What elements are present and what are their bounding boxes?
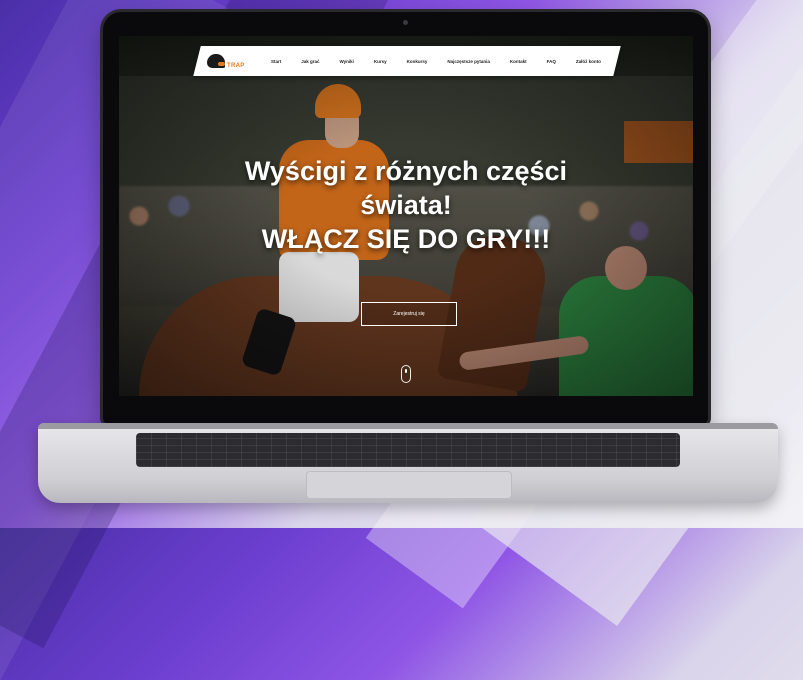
hero-line-2: świata!	[360, 190, 452, 220]
nav-link-odds[interactable]: Kursy	[374, 59, 387, 64]
trackpad	[306, 471, 512, 499]
navbar: TRAP Start Jak grać Wyniki Kursy Konkurs…	[197, 46, 617, 76]
nav-link-results[interactable]: Wyniki	[339, 59, 353, 64]
hero-line-3: WŁĄCZ SIĘ DO GRY!!!	[261, 224, 551, 254]
nav-links: Start Jak grać Wyniki Kursy Konkursy Naj…	[261, 59, 617, 64]
laptop-screen: TRAP Start Jak grać Wyniki Kursy Konkurs…	[119, 36, 693, 396]
base-hinge	[38, 423, 778, 429]
register-button[interactable]: Zarejestruj się	[361, 302, 457, 326]
nav-link-contact[interactable]: Kontakt	[510, 59, 527, 64]
logo-text: TRAP	[227, 63, 245, 69]
hero-line-1: Wyścigi z różnych części	[244, 156, 568, 186]
webcam	[403, 20, 408, 25]
scroll-down-icon[interactable]	[401, 365, 411, 383]
site-logo[interactable]: TRAP	[207, 53, 261, 69]
laptop-lid: TRAP Start Jak grać Wyniki Kursy Konkurs…	[103, 12, 708, 424]
nav-link-questions[interactable]: Najczęstsze pytania	[447, 59, 490, 64]
nav-link-start[interactable]: Start	[271, 59, 281, 64]
nav-link-contests[interactable]: Konkursy	[407, 59, 428, 64]
hero-headline: Wyścigi z różnych części świata! WŁĄCZ S…	[119, 154, 693, 256]
jockey-helmet-icon	[207, 54, 225, 68]
nav-link-faq[interactable]: FAQ	[547, 59, 556, 64]
nav-link-register[interactable]: Załóż konto	[576, 59, 601, 64]
laptop-base	[38, 423, 778, 503]
nav-link-how-to-play[interactable]: Jak grać	[301, 59, 319, 64]
keyboard	[136, 433, 680, 467]
